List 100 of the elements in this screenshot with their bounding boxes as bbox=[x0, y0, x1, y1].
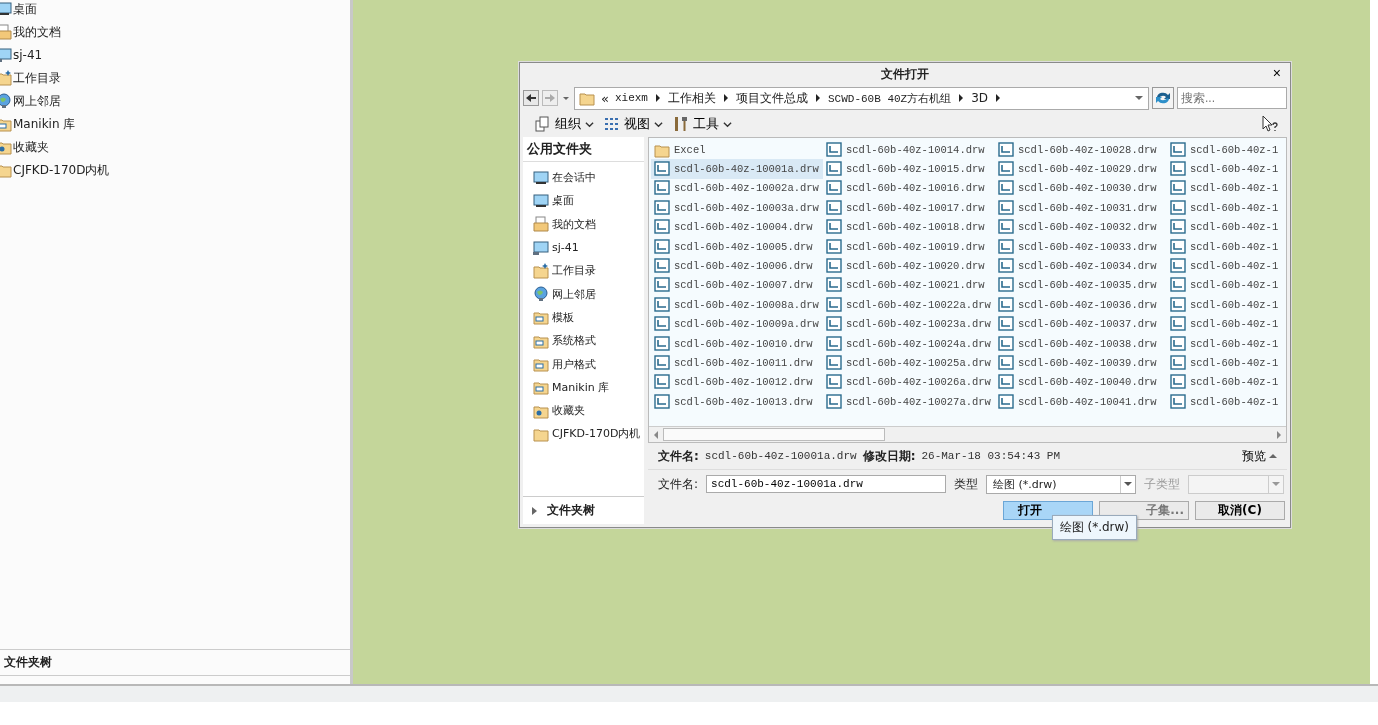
breadcrumb[interactable]: 项目文件总成 bbox=[736, 89, 808, 107]
sidebar-item[interactable]: 收藏夹 bbox=[533, 400, 644, 421]
sidebar-item[interactable]: Manikin 库 bbox=[533, 377, 644, 397]
file-item[interactable]: scdl-60b-40z-10029.drw bbox=[995, 159, 1167, 179]
file-item[interactable]: scdl-60b-40z-10006.drw bbox=[651, 256, 823, 276]
file-item[interactable]: scdl-60b-40z-10011.drw bbox=[651, 353, 823, 373]
chevron-icon[interactable] bbox=[654, 93, 662, 103]
sidebar-item[interactable]: sj-41 bbox=[533, 237, 644, 258]
file-item[interactable]: scdl-60b-40z-1 bbox=[1167, 178, 1286, 199]
sidebar-item[interactable]: CJFKD-170D内机 bbox=[0, 161, 350, 179]
file-item[interactable]: scdl-60b-40z-10035.drw bbox=[995, 275, 1167, 296]
sidebar-item[interactable]: 工作目录 bbox=[0, 69, 350, 87]
sidebar-item[interactable]: CJFKD-170D内机 bbox=[533, 424, 644, 444]
file-item[interactable]: scdl-60b-40z-10019.drw bbox=[823, 236, 995, 257]
file-item[interactable]: scdl-60b-40z-1 bbox=[1167, 314, 1286, 334]
chevron-icon[interactable] bbox=[957, 93, 966, 103]
caret-icon[interactable] bbox=[1134, 93, 1144, 103]
overflow-mark[interactable]: « bbox=[601, 90, 609, 106]
sidebar-item[interactable]: 我的文档 bbox=[533, 214, 644, 234]
sidebar-item[interactable]: 收藏夹 bbox=[0, 138, 350, 156]
sidebar-item[interactable]: 模板 bbox=[533, 307, 644, 328]
file-item[interactable]: scdl-60b-40z-10037.drw bbox=[995, 314, 1167, 334]
file-item[interactable]: scdl-60b-40z-1 bbox=[1167, 275, 1286, 296]
file-item[interactable]: scdl-60b-40z-10026a.drw bbox=[823, 372, 995, 393]
sidebar-item[interactable]: 我的文档 bbox=[0, 23, 350, 41]
sidebar-item[interactable]: 桌面 bbox=[0, 0, 350, 18]
file-item[interactable]: scdl-60b-40z-10034.drw bbox=[995, 256, 1167, 276]
chevron-icon[interactable] bbox=[994, 93, 1003, 103]
sidebar-item[interactable]: Manikin 库 bbox=[0, 115, 350, 133]
file-item[interactable]: scdl-60b-40z-10004.drw bbox=[651, 217, 823, 237]
file-item[interactable]: scdl-60b-40z-10027a.drw bbox=[823, 392, 995, 412]
address-bar[interactable]: « xiexm 工作相关 项目文件总成 SCWD-60B 40Z方右机组 3D bbox=[574, 86, 1149, 110]
file-item[interactable]: scdl-60b-40z-10008a.drw bbox=[651, 295, 823, 315]
breadcrumb[interactable]: SCWD-60B 40Z方右机组 bbox=[828, 90, 952, 106]
caret-icon[interactable] bbox=[1269, 453, 1277, 459]
file-item[interactable]: scdl-60b-40z-10002a.drw bbox=[651, 178, 823, 199]
chevron-icon[interactable] bbox=[722, 93, 730, 103]
sidebar-item[interactable]: 工作目录 bbox=[533, 261, 644, 281]
back-icon[interactable] bbox=[523, 90, 539, 106]
caret-icon[interactable] bbox=[654, 119, 663, 129]
file-item[interactable]: scdl-60b-40z-10025a.drw bbox=[823, 353, 995, 373]
file-item[interactable]: scdl-60b-40z-1 bbox=[1167, 353, 1286, 373]
file-item[interactable]: scdl-60b-40z-10028.drw bbox=[995, 140, 1167, 160]
file-item[interactable]: scdl-60b-40z-10018.drw bbox=[823, 217, 995, 237]
file-item[interactable]: scdl-60b-40z-10001a.drw bbox=[651, 159, 823, 179]
file-item[interactable]: scdl-60b-40z-10036.drw bbox=[995, 295, 1167, 315]
chevron-icon[interactable] bbox=[814, 93, 822, 103]
caret-icon[interactable] bbox=[585, 119, 594, 129]
file-item[interactable]: scdl-60b-40z-10007.drw bbox=[651, 275, 823, 296]
breadcrumb[interactable]: 工作相关 bbox=[668, 89, 716, 107]
file-item[interactable]: scdl-60b-40z-10016.drw bbox=[823, 178, 995, 199]
file-item[interactable]: scdl-60b-40z-10040.drw bbox=[995, 372, 1167, 393]
caret-icon[interactable] bbox=[1124, 481, 1133, 487]
file-item[interactable]: scdl-60b-40z-10017.drw bbox=[823, 198, 995, 218]
file-item[interactable]: scdl-60b-40z-1 bbox=[1167, 217, 1286, 237]
sidebar-item[interactable]: 系统格式 bbox=[533, 331, 644, 351]
filename-field[interactable]: scdl-60b-40z-10001a.drw bbox=[706, 475, 947, 493]
caret-icon[interactable] bbox=[723, 119, 732, 129]
file-item[interactable]: scdl-60b-40z-1 bbox=[1167, 159, 1286, 179]
file-item[interactable]: scdl-60b-40z-10012.drw bbox=[651, 372, 823, 393]
file-item[interactable]: scdl-60b-40z-1 bbox=[1167, 392, 1286, 412]
sidebar-item[interactable]: 用户格式 bbox=[533, 354, 644, 374]
dialog-button[interactable]: 子集... bbox=[1099, 500, 1189, 520]
toolbar-menu-button[interactable]: 组织 bbox=[533, 115, 596, 133]
horizontal-scrollbar[interactable] bbox=[649, 426, 1286, 442]
file-item[interactable]: scdl-60b-40z-1 bbox=[1167, 333, 1286, 354]
file-item[interactable]: scdl-60b-40z-10031.drw bbox=[995, 198, 1167, 218]
file-item[interactable]: scdl-60b-40z-10020.drw bbox=[823, 256, 995, 276]
file-item[interactable]: scdl-60b-40z-10038.drw bbox=[995, 333, 1167, 354]
file-item[interactable]: scdl-60b-40z-1 bbox=[1167, 140, 1286, 160]
file-item[interactable]: scdl-60b-40z-10014.drw bbox=[823, 140, 995, 160]
search-field[interactable]: 搜索... bbox=[1177, 87, 1287, 109]
file-item[interactable]: scdl-60b-40z-10010.drw bbox=[651, 333, 823, 354]
breadcrumb[interactable]: 3D bbox=[971, 91, 989, 105]
expand-arrow-icon[interactable] bbox=[531, 505, 539, 516]
file-item[interactable]: scdl-60b-40z-10022a.drw bbox=[823, 295, 995, 315]
sidebar-item[interactable]: 网上邻居 bbox=[533, 284, 644, 304]
help-cursor-icon[interactable] bbox=[1261, 115, 1279, 133]
file-item[interactable]: scdl-60b-40z-10030.drw bbox=[995, 178, 1167, 199]
file-item[interactable]: scdl-60b-40z-10041.drw bbox=[995, 392, 1167, 412]
file-item[interactable]: scdl-60b-40z-10024a.drw bbox=[823, 333, 995, 354]
dialog-button[interactable]: 打开 bbox=[1003, 500, 1093, 520]
file-item[interactable]: scdl-60b-40z-1 bbox=[1167, 372, 1286, 393]
sidebar-item[interactable]: 桌面 bbox=[533, 191, 644, 211]
file-item[interactable]: scdl-60b-40z-1 bbox=[1167, 295, 1286, 315]
tree-toggle[interactable]: 文件夹树 bbox=[523, 496, 644, 524]
sidebar-item[interactable]: sj-41 bbox=[0, 46, 350, 64]
file-item[interactable]: scdl-60b-40z-10015.drw bbox=[823, 159, 995, 179]
type-dropdown[interactable]: 绘图 (*.drw) bbox=[986, 474, 1137, 494]
toolbar-menu-button[interactable]: 视图 bbox=[602, 115, 665, 133]
sidebar-item[interactable]: 在会话中 bbox=[533, 168, 644, 188]
preview-toggle[interactable]: 预览 bbox=[1236, 446, 1283, 466]
file-item[interactable]: scdl-60b-40z-1 bbox=[1167, 198, 1286, 218]
file-item[interactable]: scdl-60b-40z-10009a.drw bbox=[651, 314, 823, 334]
file-item[interactable]: scdl-60b-40z-10033.drw bbox=[995, 236, 1167, 257]
close-button[interactable]: × bbox=[1268, 65, 1285, 81]
file-item[interactable]: scdl-60b-40z-10023a.drw bbox=[823, 314, 995, 334]
sidebar-item[interactable]: 网上邻居 bbox=[0, 92, 350, 110]
file-item[interactable]: scdl-60b-40z-10013.drw bbox=[651, 392, 823, 412]
file-item[interactable]: scdl-60b-40z-10039.drw bbox=[995, 353, 1167, 373]
